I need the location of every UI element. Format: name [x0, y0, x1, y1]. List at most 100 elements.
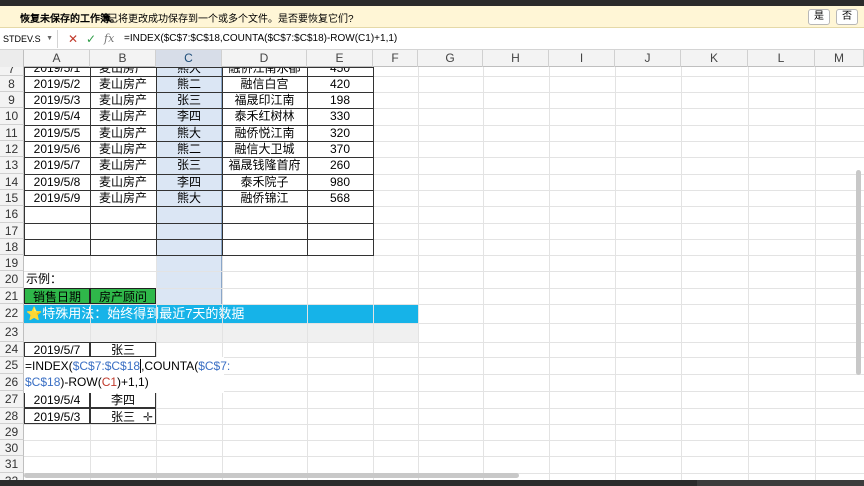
table-cell-border: [307, 76, 374, 93]
table-cell-border: [156, 141, 223, 158]
table-cell-border: [156, 174, 223, 191]
title-banner[interactable]: ⭐特殊用法：始终得到最近7天的数据: [24, 304, 418, 323]
column-header-b[interactable]: B: [90, 50, 156, 67]
row-header-16[interactable]: 16: [0, 206, 24, 223]
row-header-17[interactable]: 17: [0, 223, 24, 239]
result-row-24-date[interactable]: 2019/5/7: [24, 342, 90, 357]
column-header-d[interactable]: D: [222, 50, 307, 67]
result-row-27-date[interactable]: 2019/5/4: [24, 391, 90, 408]
confirm-icon[interactable]: ✓: [86, 31, 96, 47]
formula-input[interactable]: =INDEX($C$7:$C$18,COUNTA($C$7:$C$18)-ROW…: [124, 31, 397, 47]
row-header-26[interactable]: 26: [0, 374, 24, 391]
formula-part: )-ROW(: [60, 375, 102, 389]
column-header-e[interactable]: E: [307, 50, 373, 67]
table-cell-border: [222, 92, 308, 109]
table-cell-border: [156, 92, 223, 109]
yes-button[interactable]: 是: [808, 9, 830, 25]
table-cell-border: [90, 223, 157, 240]
row-header-20[interactable]: 20: [0, 271, 24, 288]
table-cell-border: [156, 76, 223, 93]
table-cell-border: [24, 141, 91, 158]
row-header-31[interactable]: 31: [0, 456, 24, 473]
column-header-m[interactable]: M: [815, 50, 864, 67]
column-header-k[interactable]: K: [681, 50, 748, 67]
table-cell-border: [24, 174, 91, 191]
function-icon[interactable]: fx: [104, 31, 114, 47]
name-box[interactable]: STDEV.S ▼: [0, 30, 58, 48]
result-row-28-date[interactable]: 2019/5/3: [24, 408, 90, 424]
table-cell-border: [222, 157, 308, 175]
row-header-24[interactable]: 24: [0, 342, 24, 357]
row-header-13[interactable]: 13: [0, 157, 24, 174]
row-header-23[interactable]: 23: [0, 323, 24, 342]
worksheet-grid[interactable]: ⭐特殊用法：始终得到最近7天的数据 2019/5/1 麦山房产 熊大 融侨江南水都 45…: [0, 50, 864, 486]
result-header-agent[interactable]: 房产顾问: [90, 288, 156, 304]
formula-part: )+1,1): [117, 375, 149, 389]
table-cell-border: [307, 157, 374, 175]
horizontal-scrollbar[interactable]: [24, 473, 519, 478]
row-header-10[interactable]: 10: [0, 108, 24, 125]
row-header-29[interactable]: 29: [0, 424, 24, 440]
table-cell-border: [90, 174, 157, 191]
chevron-down-icon[interactable]: ▼: [46, 30, 53, 48]
select-all-corner[interactable]: [0, 50, 24, 67]
table-cell-border: [222, 76, 308, 93]
recovery-message-bar: 恢复未保存的工作簿。 已将更改成功保存到一个或多个文件。是否要恢复它们? 是 否: [0, 6, 864, 28]
column-header-h[interactable]: H: [483, 50, 549, 67]
in-cell-formula-editor[interactable]: =INDEX($C$7:$C$18,COUNTA($C$7: $C$18)-ROW…: [24, 357, 230, 393]
column-header-i[interactable]: I: [549, 50, 615, 67]
message-title: 恢复未保存的工作簿。: [20, 14, 120, 25]
result-header-date[interactable]: 销售日期: [24, 288, 90, 304]
column-header-g[interactable]: G: [418, 50, 483, 67]
cancel-icon[interactable]: ✕: [68, 31, 78, 47]
column-header-l[interactable]: L: [748, 50, 815, 67]
result-row-27-agent[interactable]: 李四: [90, 391, 156, 408]
table-cell-border: [24, 108, 91, 126]
column-header-c[interactable]: C: [156, 50, 222, 67]
table-cell-border: [24, 206, 91, 224]
example-row-background: [24, 323, 418, 342]
row-header-28[interactable]: 28: [0, 408, 24, 424]
gridline-horizontal: [24, 424, 864, 425]
row-header-12[interactable]: 12: [0, 141, 24, 157]
table-cell-border: [24, 125, 91, 142]
vertical-scrollbar[interactable]: [856, 170, 861, 375]
result-row-24-agent[interactable]: 张三: [90, 342, 156, 357]
column-header-j[interactable]: J: [615, 50, 681, 67]
column-header-f[interactable]: F: [373, 50, 418, 67]
cell-cursor-plus-icon: ✛: [143, 410, 154, 424]
row-header-22[interactable]: 22: [0, 304, 24, 323]
row-header-7[interactable]: 7: [0, 67, 24, 76]
table-cell-border: [307, 239, 374, 256]
row-header-27[interactable]: 27: [0, 391, 24, 408]
table-cell-border: [24, 92, 91, 109]
gridline-horizontal: [24, 456, 864, 457]
table-cell-border: [222, 206, 308, 224]
table-cell-border: [156, 125, 223, 142]
cell-ref: C1: [101, 375, 118, 389]
row-header-9[interactable]: 9: [0, 92, 24, 108]
column-header-a[interactable]: A: [24, 50, 90, 67]
table-cell-border: [90, 108, 157, 126]
example-label: 示例：: [26, 272, 63, 286]
no-button[interactable]: 否: [836, 9, 858, 25]
row-header-14[interactable]: 14: [0, 174, 24, 190]
table-cell-border: [156, 206, 223, 224]
row-header-11[interactable]: 11: [0, 125, 24, 141]
table-cell-border: [90, 157, 157, 175]
row-header-8[interactable]: 8: [0, 76, 24, 92]
table-cell-border: [90, 239, 157, 256]
table-cell-border: [156, 157, 223, 175]
name-box-value: STDEV.S: [3, 34, 41, 44]
row-header-21[interactable]: 21: [0, 288, 24, 304]
row-header-18[interactable]: 18: [0, 239, 24, 255]
message-text: 已将更改成功保存到一个或多个文件。是否要恢复它们?: [108, 14, 354, 25]
row-header-30[interactable]: 30: [0, 440, 24, 456]
row-header-25[interactable]: 25: [0, 357, 24, 374]
row-header-15[interactable]: 15: [0, 190, 24, 206]
row-header-19[interactable]: 19: [0, 255, 24, 271]
formula-part: ,COUNTA(: [140, 359, 199, 373]
gridline-horizontal: [24, 440, 864, 441]
table-cell-border: [307, 125, 374, 142]
gridline-horizontal: [24, 304, 864, 305]
